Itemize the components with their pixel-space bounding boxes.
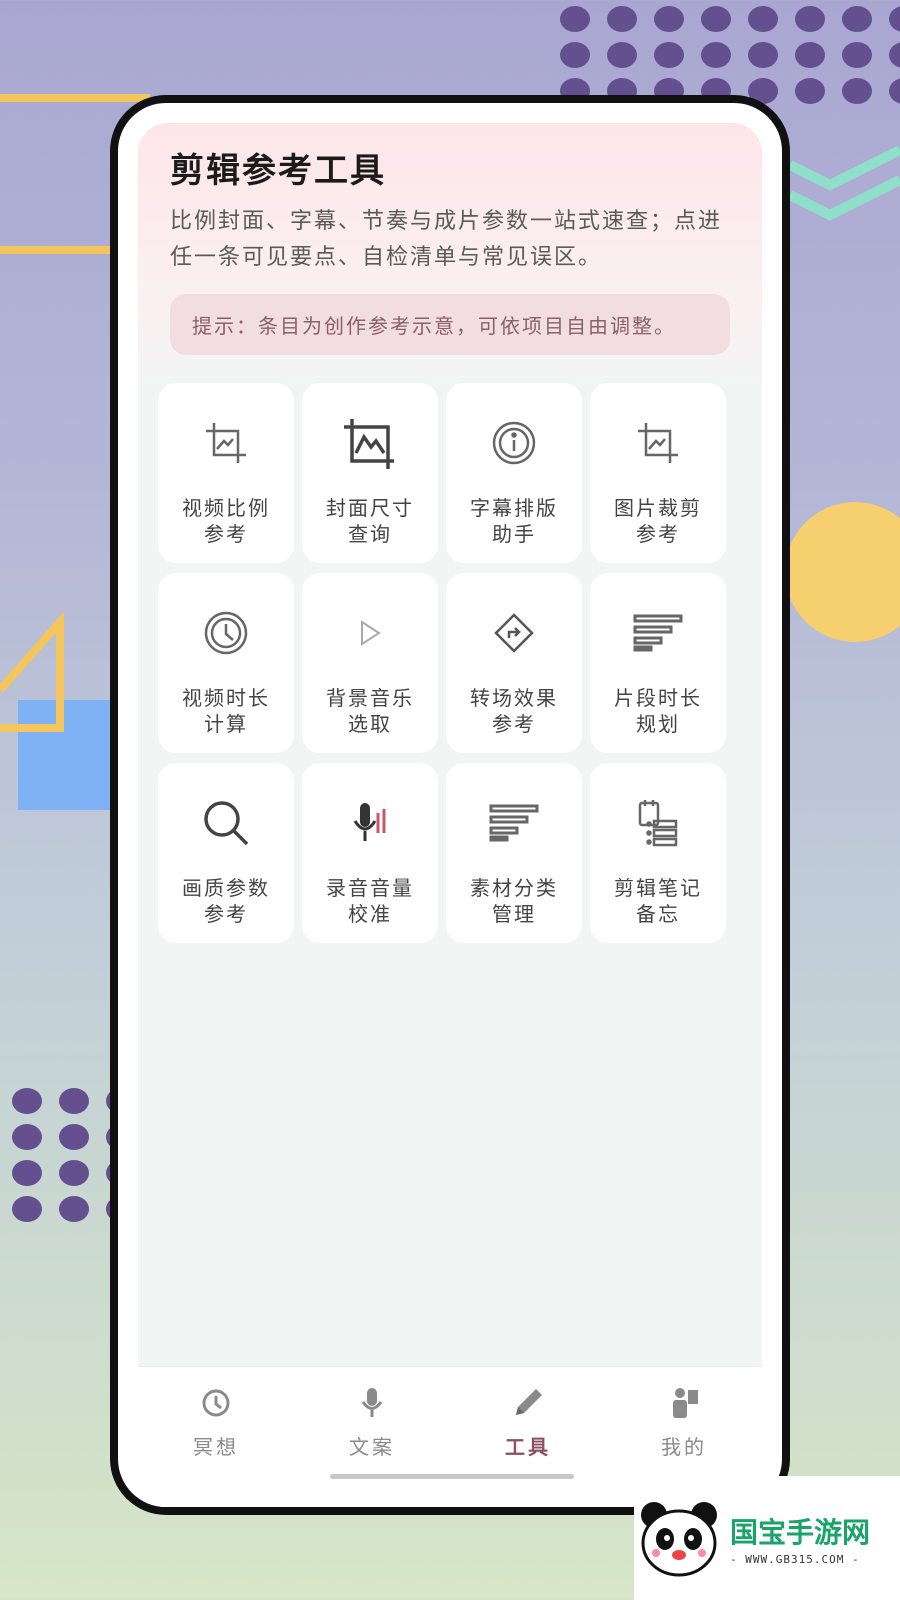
phone-frame: 剪辑参考工具 比例封面、字幕、节奏与成片参数一站式速查；点进任一条可见要点、自检… (110, 95, 790, 1515)
tool-label: 录音音量校准 (326, 876, 414, 926)
tool-card-material-management[interactable]: 素材分类管理 (446, 763, 582, 943)
tool-label: 视频比例参考 (182, 496, 270, 546)
tab-label: 工具 (505, 1435, 551, 1459)
tab-meditation[interactable]: 冥想 (138, 1367, 294, 1507)
clock-icon (196, 603, 256, 663)
info-icon (484, 413, 544, 473)
tool-label: 转场效果参考 (470, 686, 558, 736)
tool-card-video-ratio[interactable]: 视频比例参考 (158, 383, 294, 563)
pencil-icon (510, 1385, 546, 1421)
home-indicator (330, 1474, 574, 1479)
app-screen: 剪辑参考工具 比例封面、字幕、节奏与成片参数一站式速查；点进任一条可见要点、自检… (118, 103, 782, 1507)
direction-sign-icon (484, 603, 544, 663)
tool-card-subtitle-layout[interactable]: 字幕排版助手 (446, 383, 582, 563)
tab-label: 文案 (349, 1435, 395, 1459)
page-title: 剪辑参考工具 (170, 151, 386, 191)
tool-card-video-duration[interactable]: 视频时长计算 (158, 573, 294, 753)
tool-label: 素材分类管理 (470, 876, 558, 926)
tab-copywriting[interactable]: 文案 (294, 1367, 450, 1507)
lines-icon (484, 793, 544, 853)
play-icon (340, 603, 400, 663)
tool-card-cover-size[interactable]: 封面尺寸查询 (302, 383, 438, 563)
tab-label: 我的 (661, 1435, 707, 1459)
panda-logo-icon (641, 1502, 717, 1577)
crop-icon (196, 413, 256, 473)
tool-label: 背景音乐选取 (326, 686, 414, 736)
tool-card-audio-volume[interactable]: 录音音量校准 (302, 763, 438, 943)
tool-card-image-crop[interactable]: 图片裁剪参考 (590, 383, 726, 563)
tool-label: 剪辑笔记备忘 (614, 876, 702, 926)
crop-icon (628, 413, 688, 473)
search-icon (196, 793, 256, 853)
tool-label: 片段时长规划 (614, 686, 702, 736)
main-content: 剪辑参考工具 比例封面、字幕、节奏与成片参数一站式速查；点进任一条可见要点、自检… (138, 123, 762, 1367)
lines-icon (628, 603, 688, 663)
tab-label: 冥想 (193, 1435, 239, 1459)
header: 剪辑参考工具 比例封面、字幕、节奏与成片参数一站式速查；点进任一条可见要点、自检… (138, 123, 762, 383)
tool-label: 画质参数参考 (182, 876, 270, 926)
microphone-icon (340, 793, 400, 853)
microphone-icon (354, 1385, 390, 1421)
clock-icon (198, 1385, 234, 1421)
watermark-url: - WWW.GB315.COM - (730, 1552, 860, 1566)
watermark: 国宝手游网 - WWW.GB315.COM - (634, 1476, 900, 1600)
tab-tools[interactable]: 工具 (450, 1367, 606, 1507)
tool-card-transition[interactable]: 转场效果参考 (446, 573, 582, 753)
tool-card-bgm[interactable]: 背景音乐选取 (302, 573, 438, 753)
image-crop-icon (340, 413, 400, 473)
tool-label: 视频时长计算 (182, 686, 270, 736)
tool-grid: 视频比例参考 封面尺寸查询 字幕排版助手 图片裁剪参考 视频时长计算 背景音乐选… (138, 383, 762, 943)
tool-card-editing-notes[interactable]: 剪辑笔记备忘 (590, 763, 726, 943)
page-description: 比例封面、字幕、节奏与成片参数一站式速查；点进任一条可见要点、自检清单与常见误区… (170, 209, 723, 270)
tool-card-clip-duration[interactable]: 片段时长规划 (590, 573, 726, 753)
tool-label: 字幕排版助手 (470, 496, 558, 546)
watermark-name: 国宝手游网 (730, 1515, 871, 1549)
person-icon (666, 1385, 702, 1421)
tip-banner: 提示：条目为创作参考示意，可依项目自由调整。 (170, 294, 730, 355)
tool-card-quality-params[interactable]: 画质参数参考 (158, 763, 294, 943)
tool-label: 图片裁剪参考 (614, 496, 702, 546)
notes-list-icon (628, 793, 688, 853)
tool-label: 封面尺寸查询 (326, 496, 414, 546)
